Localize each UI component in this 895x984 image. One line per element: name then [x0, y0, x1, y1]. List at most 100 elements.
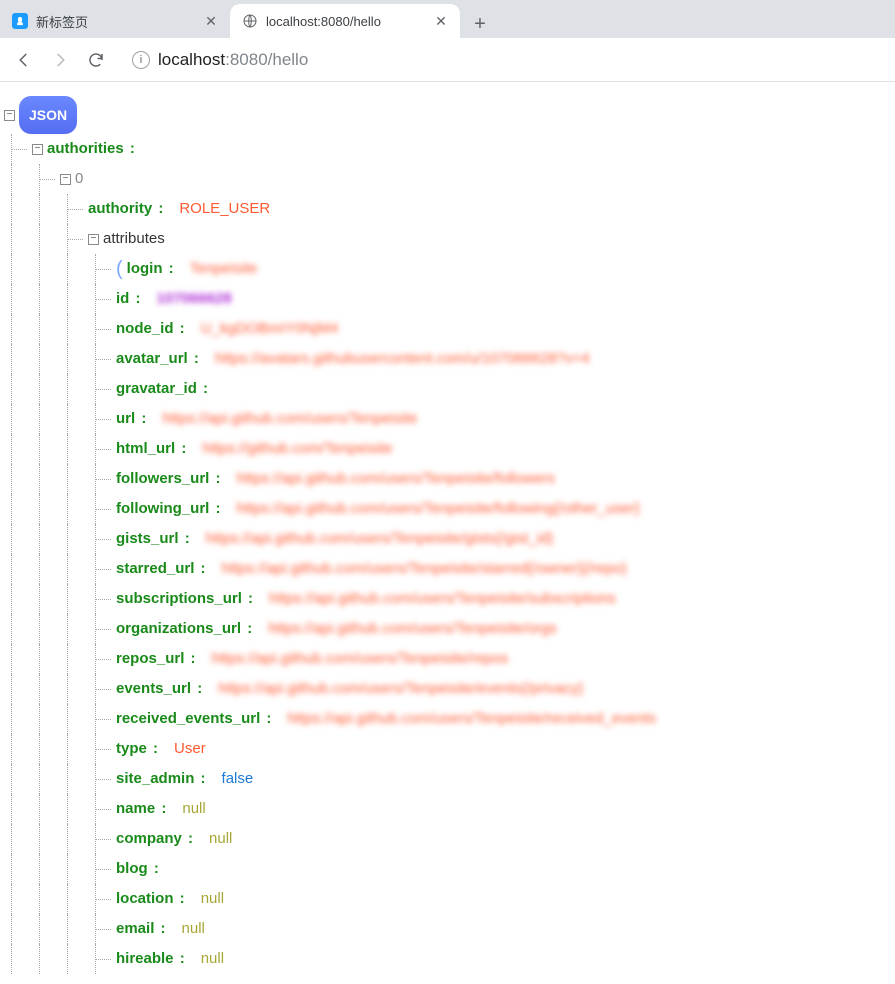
- tree-key: location: [116, 884, 174, 914]
- omnibox[interactable]: i localhost:8080/hello: [122, 45, 887, 75]
- tree-leaf[interactable]: blog :: [4, 854, 885, 884]
- tree-key: starred_url: [116, 554, 194, 584]
- tree-value: 107066628: [157, 284, 232, 314]
- tree-key: type: [116, 734, 147, 764]
- tree-value: null: [209, 824, 232, 854]
- tree-key: company: [116, 824, 182, 854]
- new-tab-button[interactable]: +: [466, 10, 494, 38]
- tree-value: https://api.github.com/users/Tenpeisite: [162, 404, 417, 434]
- tree-toggle-icon[interactable]: −: [88, 234, 99, 245]
- tree-value: U_kgDOBmIY0NjM4: [201, 314, 339, 344]
- tree-node-authorities[interactable]: − authorities :: [4, 134, 885, 164]
- url-text: localhost:8080/hello: [158, 50, 308, 70]
- tree-leaf[interactable]: followers_url : https://api.github.com/u…: [4, 464, 885, 494]
- tree-value: Tenpeisite: [190, 254, 258, 284]
- browser-toolbar: i localhost:8080/hello: [0, 38, 895, 82]
- site-info-icon[interactable]: i: [132, 51, 150, 69]
- browser-tab-strip: 新标签页 ✕ localhost:8080/hello ✕ +: [0, 0, 895, 38]
- tree-key: authorities: [47, 134, 124, 164]
- tree-key: following_url: [116, 494, 209, 524]
- tree-toggle-icon[interactable]: −: [4, 110, 15, 121]
- tree-value: https://github.com/Tenpeisite: [202, 434, 392, 464]
- tree-value: false: [222, 764, 254, 794]
- tree-key: gists_url: [116, 524, 179, 554]
- tree-key: email: [116, 914, 154, 944]
- tab-title: localhost:8080/hello: [266, 14, 426, 29]
- tree-value: https://api.github.com/users/Tenpeisite/…: [218, 674, 583, 704]
- tree-value: https://api.github.com/users/Tenpeisite/…: [206, 524, 554, 554]
- tree-leaf[interactable]: hireable : null: [4, 944, 885, 974]
- browser-tab-inactive[interactable]: 新标签页 ✕: [0, 4, 230, 38]
- tree-root: − JSON: [4, 96, 885, 134]
- tree-leaf[interactable]: organizations_url : https://api.github.c…: [4, 614, 885, 644]
- url-host: localhost: [158, 50, 225, 69]
- tree-value: https://avatars.githubusercontent.com/u/…: [215, 344, 590, 374]
- tree-value: https://api.github.com/users/Tenpeisite/…: [222, 554, 627, 584]
- tree-toggle-icon[interactable]: −: [32, 144, 43, 155]
- tree-toggle-icon[interactable]: −: [60, 174, 71, 185]
- tree-leaf[interactable]: location : null: [4, 884, 885, 914]
- tree-leaf[interactable]: starred_url : https://api.github.com/use…: [4, 554, 885, 584]
- tree-value: null: [201, 944, 224, 974]
- globe-icon: [242, 13, 258, 29]
- tree-leaf[interactable]: ( login : Tenpeisite: [4, 254, 885, 284]
- tree-leaf[interactable]: node_id : U_kgDOBmIY0NjM4: [4, 314, 885, 344]
- tree-key: avatar_url: [116, 344, 188, 374]
- tree-node-attributes[interactable]: − attributes: [4, 224, 885, 254]
- tree-key: events_url: [116, 674, 191, 704]
- tree-key: followers_url: [116, 464, 209, 494]
- tree-key: site_admin: [116, 764, 194, 794]
- tree-key: name: [116, 794, 155, 824]
- tree-key: gravatar_id: [116, 374, 197, 404]
- tree-leaf[interactable]: events_url : https://api.github.com/user…: [4, 674, 885, 704]
- url-rest: :8080/hello: [225, 50, 308, 69]
- tree-value: null: [201, 884, 224, 914]
- json-badge: JSON: [19, 96, 77, 134]
- tree-leaf[interactable]: received_events_url : https://api.github…: [4, 704, 885, 734]
- tree-value: https://api.github.com/users/Tenpeisite/…: [287, 704, 656, 734]
- tree-key: blog: [116, 854, 148, 884]
- tree-value: https://api.github.com/users/Tenpeisite/…: [212, 644, 509, 674]
- tree-key: authority: [88, 194, 152, 224]
- tree-leaf[interactable]: company : null: [4, 824, 885, 854]
- tree-leaf[interactable]: gists_url : https://api.github.com/users…: [4, 524, 885, 554]
- browser-tab-active[interactable]: localhost:8080/hello ✕: [230, 4, 460, 38]
- tab-close-icon[interactable]: ✕: [434, 14, 448, 28]
- tree-leaf[interactable]: authority : ROLE_USER: [4, 194, 885, 224]
- tree-leaf[interactable]: url : https://api.github.com/users/Tenpe…: [4, 404, 885, 434]
- json-tree-viewport: − JSON − authorities : − 0 authority : R…: [0, 82, 895, 984]
- tree-colon: :: [124, 134, 137, 164]
- tree-value: https://api.github.com/users/Tenpeisite/…: [237, 464, 556, 494]
- tree-leaf[interactable]: name : null: [4, 794, 885, 824]
- tree-value: User: [174, 734, 206, 764]
- tree-value: null: [182, 914, 205, 944]
- tree-leaf[interactable]: email : null: [4, 914, 885, 944]
- tree-value: https://api.github.com/users/Tenpeisite/…: [269, 584, 616, 614]
- tree-leaf[interactable]: repos_url : https://api.github.com/users…: [4, 644, 885, 674]
- tree-key: hireable: [116, 944, 174, 974]
- nav-back-button[interactable]: [8, 44, 40, 76]
- nav-forward-button[interactable]: [44, 44, 76, 76]
- tree-key: repos_url: [116, 644, 184, 674]
- tab-title: 新标签页: [36, 12, 196, 31]
- tree-key: organizations_url: [116, 614, 241, 644]
- tree-leaf[interactable]: type : User: [4, 734, 885, 764]
- tree-key: node_id: [116, 314, 174, 344]
- tree-value: null: [182, 794, 205, 824]
- tree-leaf[interactable]: gravatar_id :: [4, 374, 885, 404]
- tab-close-icon[interactable]: ✕: [204, 14, 218, 28]
- tree-key: html_url: [116, 434, 175, 464]
- tree-leaf[interactable]: avatar_url : https://avatars.githubuserc…: [4, 344, 885, 374]
- paren-icon: (: [116, 254, 123, 284]
- tree-value: https://api.github.com/users/Tenpeisite/…: [268, 614, 557, 644]
- tree-leaf[interactable]: following_url : https://api.github.com/u…: [4, 494, 885, 524]
- tree-leaf[interactable]: site_admin : false: [4, 764, 885, 794]
- tree-leaf[interactable]: id : 107066628: [4, 284, 885, 314]
- tree-value: ROLE_USER: [179, 194, 270, 224]
- tree-leaf[interactable]: html_url : https://github.com/Tenpeisite: [4, 434, 885, 464]
- tree-leaf[interactable]: subscriptions_url : https://api.github.c…: [4, 584, 885, 614]
- tree-key: login: [127, 254, 163, 284]
- nav-reload-button[interactable]: [80, 44, 112, 76]
- tree-key: received_events_url: [116, 704, 260, 734]
- tree-node-index[interactable]: − 0: [4, 164, 885, 194]
